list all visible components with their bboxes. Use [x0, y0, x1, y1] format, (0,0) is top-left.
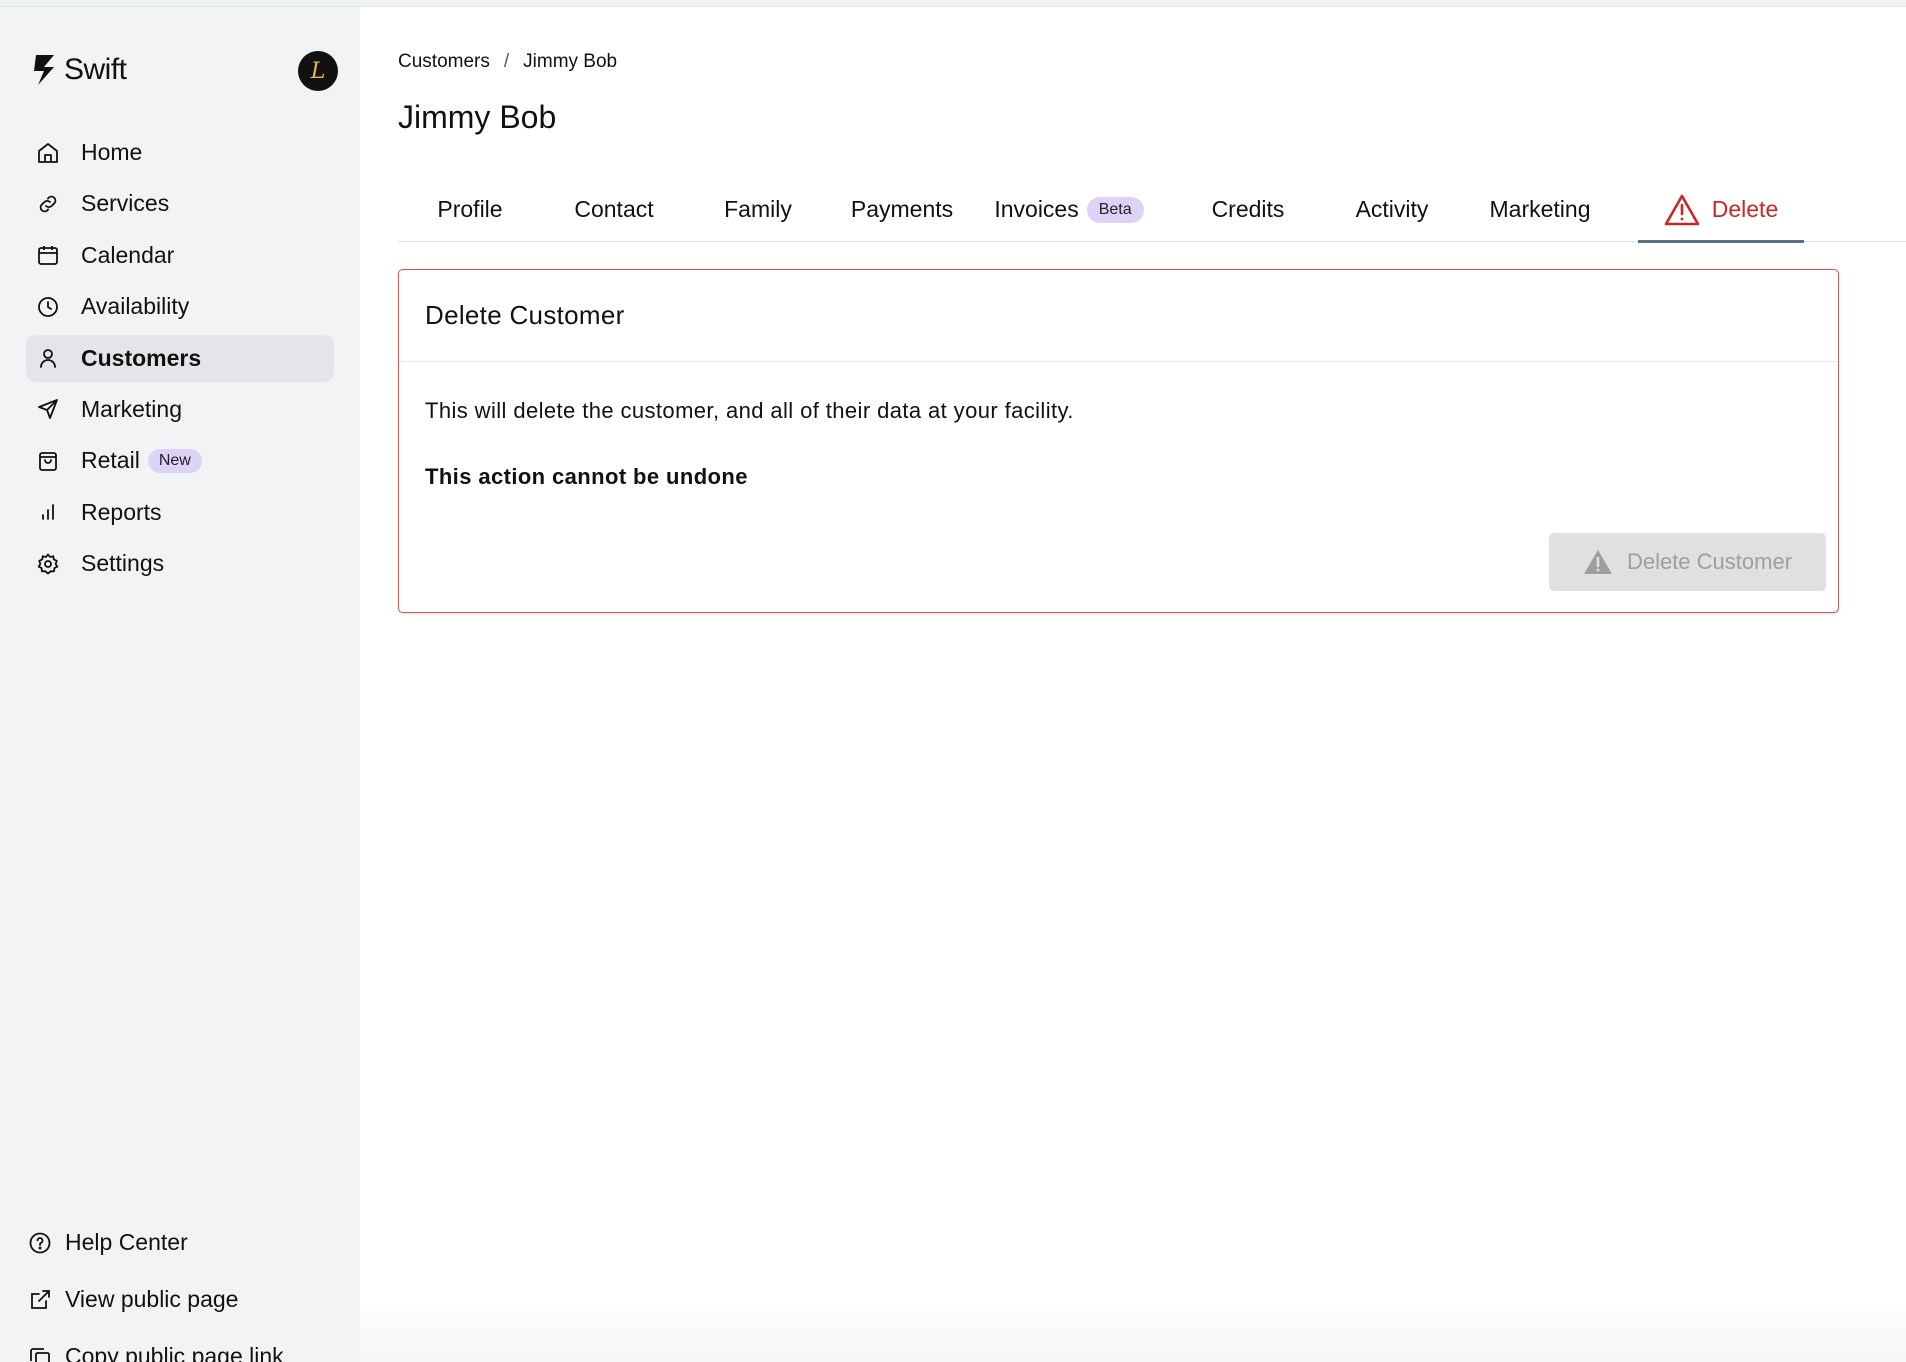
- bar-chart-icon: [34, 498, 62, 526]
- home-icon: [34, 139, 62, 167]
- tab-payments[interactable]: Payments: [830, 177, 974, 242]
- breadcrumb-current: Jimmy Bob: [523, 51, 618, 72]
- sidebar-nav: Home Services Calendar Availability Cust…: [26, 129, 334, 592]
- customer-tabs: Profile Contact Family Payments Invoices…: [398, 177, 1906, 243]
- shopping-bag-icon: [34, 447, 62, 475]
- clock-icon: [34, 293, 62, 321]
- bolt-logo-icon: [34, 55, 54, 85]
- delete-warning: This action cannot be undone: [425, 464, 748, 489]
- sidebar-item-reports[interactable]: Reports: [26, 489, 334, 536]
- tab-label: Marketing: [1489, 196, 1591, 222]
- window-top-strip: [0, 0, 1906, 7]
- bottom-item-label: Copy public page link: [65, 1343, 284, 1362]
- help-circle-icon: [26, 1229, 54, 1257]
- tab-profile[interactable]: Profile: [398, 177, 542, 242]
- sidebar-item-settings[interactable]: Settings: [26, 540, 334, 587]
- copy-public-page-link[interactable]: Copy public page link: [26, 1328, 334, 1362]
- tab-label: Contact: [574, 196, 654, 222]
- page-title: Jimmy Bob: [398, 99, 557, 135]
- sidebar-item-label: Availability: [81, 293, 190, 320]
- gear-icon: [34, 550, 62, 578]
- warning-filled-icon: [1583, 550, 1612, 574]
- tab-activity[interactable]: Activity: [1320, 177, 1464, 242]
- tab-marketing[interactable]: Marketing: [1464, 177, 1616, 242]
- sidebar-item-label: Calendar: [81, 241, 175, 268]
- bottom-item-label: View public page: [65, 1286, 239, 1312]
- tab-delete[interactable]: Delete: [1638, 177, 1804, 243]
- sidebar-item-home[interactable]: Home: [26, 129, 334, 176]
- sidebar-item-label: Services: [81, 190, 170, 217]
- view-public-page-link[interactable]: View public page: [26, 1271, 334, 1328]
- brand-name: Swift: [64, 53, 127, 86]
- tab-family[interactable]: Family: [686, 177, 830, 242]
- card-title: Delete Customer: [399, 270, 1838, 362]
- avatar[interactable]: L: [298, 51, 338, 91]
- tab-label: Family: [724, 196, 792, 222]
- sidebar-bottom-nav: Help Center View public page Copy public…: [26, 1214, 334, 1362]
- sidebar: Swift L Home Services Calendar Availabil…: [0, 7, 360, 1362]
- brand[interactable]: Swift: [32, 53, 127, 87]
- button-label: Delete Customer: [1626, 549, 1793, 574]
- sidebar-item-label: Retail: [81, 447, 140, 474]
- avatar-initial: L: [310, 58, 326, 84]
- sidebar-item-label: Reports: [81, 498, 162, 525]
- delete-customer-button[interactable]: Delete Customer: [1549, 533, 1826, 591]
- user-icon: [34, 344, 62, 372]
- external-link-icon: [26, 1286, 54, 1314]
- sidebar-item-customers[interactable]: Customers: [26, 334, 334, 382]
- sidebar-item-marketing[interactable]: Marketing: [26, 386, 334, 433]
- link-icon: [34, 190, 62, 218]
- delete-customer-card: Delete Customer This will delete the cus…: [398, 269, 1839, 613]
- tab-label: Delete: [1711, 196, 1779, 222]
- help-center-link[interactable]: Help Center: [26, 1214, 334, 1271]
- tab-contact[interactable]: Contact: [542, 177, 686, 242]
- breadcrumb: Customers / Jimmy Bob: [398, 51, 617, 73]
- breadcrumb-parent[interactable]: Customers: [398, 51, 490, 73]
- sidebar-item-label: Marketing: [81, 395, 182, 422]
- beta-badge: Beta: [1086, 196, 1144, 223]
- tab-invoices[interactable]: Invoices Beta: [974, 177, 1164, 242]
- breadcrumb-separator: /: [503, 51, 510, 72]
- sidebar-item-label: Settings: [81, 550, 165, 577]
- sidebar-item-availability[interactable]: Availability: [26, 283, 334, 330]
- tab-credits[interactable]: Credits: [1176, 177, 1320, 242]
- delete-description: This will delete the customer, and all o…: [425, 398, 1074, 423]
- sidebar-item-services[interactable]: Services: [26, 180, 334, 227]
- warning-icon: [1664, 194, 1700, 225]
- tab-label: Activity: [1355, 196, 1429, 222]
- sidebar-item-calendar[interactable]: Calendar: [26, 232, 334, 279]
- send-icon: [34, 395, 62, 423]
- calendar-icon: [34, 241, 62, 269]
- sidebar-item-label: Customers: [81, 344, 202, 371]
- main-content: Customers / Jimmy Bob Jimmy Bob Profile …: [360, 7, 1906, 1362]
- tab-label: Payments: [850, 196, 954, 222]
- bottom-item-label: Help Center: [65, 1229, 188, 1255]
- tab-label: Credits: [1211, 196, 1285, 222]
- sidebar-item-label: Home: [81, 139, 143, 165]
- copy-icon: [26, 1343, 54, 1362]
- tab-label: Profile: [437, 196, 503, 222]
- new-badge: New: [147, 448, 202, 473]
- tab-label: Invoices: [994, 196, 1079, 222]
- bottom-shadow: [360, 1302, 1906, 1362]
- sidebar-item-retail[interactable]: Retail New: [26, 437, 334, 484]
